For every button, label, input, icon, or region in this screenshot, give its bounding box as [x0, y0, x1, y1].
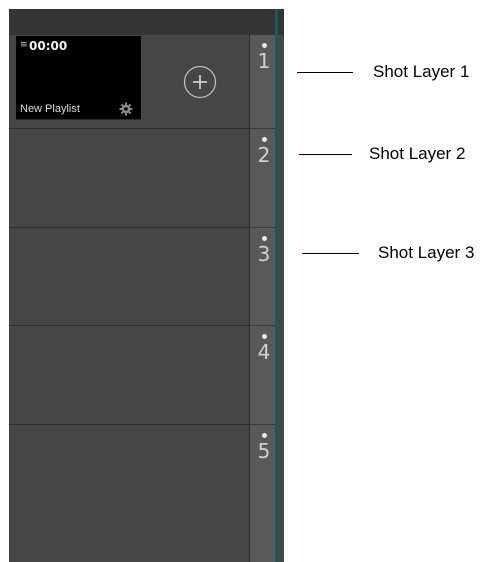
callout-shot-layer-1: Shot Layer 1 [297, 62, 502, 84]
layer-number: 4 [257, 340, 271, 364]
shot-layer-row-5[interactable] [9, 425, 249, 529]
layer-dot-icon [261, 236, 267, 241]
layer-dot-icon [261, 433, 267, 438]
playlist-timecode: 00:00 [29, 39, 68, 53]
layer-dot-icon [261, 334, 267, 339]
callout-shot-layer-2: Shot Layer 2 [299, 144, 502, 166]
layer-number-cell-3[interactable]: 3 [250, 228, 278, 326]
layer-number-column: 1 2 3 4 5 [249, 35, 278, 562]
callout-label: Shot Layer 3 [378, 243, 475, 262]
layer-number: 3 [257, 242, 271, 266]
layer-number-cell-1[interactable]: 1 [250, 35, 278, 129]
panel-edge-divider [275, 9, 278, 562]
list-icon: ≡ [20, 40, 28, 50]
callout-leader-line [297, 72, 353, 73]
callout-shot-layer-3: Shot Layer 3 [302, 243, 502, 265]
layer-dot-icon [261, 43, 267, 48]
callout-leader-line [299, 154, 352, 155]
layers-panel: ≡ 00:00 New Playlist 1 2 3 4 5 [9, 9, 284, 562]
gear-icon[interactable] [119, 102, 133, 116]
layer-dot-icon [261, 137, 267, 142]
playlist-thumbnail[interactable]: ≡ 00:00 New Playlist [16, 36, 141, 120]
shot-layer-row-2[interactable] [9, 129, 249, 228]
shot-layer-row-3[interactable] [9, 228, 249, 326]
layer-number-cell-4[interactable]: 4 [250, 326, 278, 425]
playlist-name: New Playlist [20, 103, 80, 115]
add-shot-button[interactable] [183, 65, 217, 99]
layer-number: 5 [257, 439, 271, 463]
layer-number: 2 [257, 143, 271, 167]
panel-header-bar [9, 9, 284, 35]
callout-label: Shot Layer 1 [373, 62, 470, 81]
shot-layer-row-4[interactable] [9, 326, 249, 425]
callout-leader-line [302, 253, 359, 254]
layer-number-cell-2[interactable]: 2 [250, 129, 278, 228]
layer-number-cell-5[interactable]: 5 [250, 425, 278, 529]
layer-number: 1 [257, 49, 271, 73]
callout-label: Shot Layer 2 [369, 144, 466, 163]
